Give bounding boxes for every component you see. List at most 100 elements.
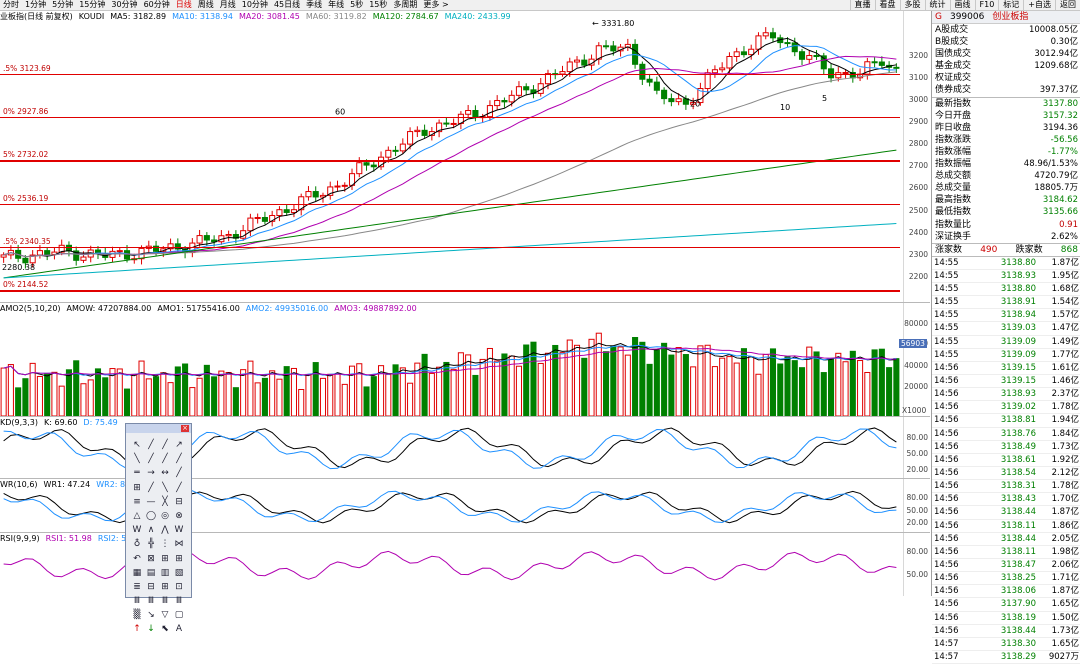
- tool-icon-43[interactable]: ⊡: [172, 580, 186, 594]
- candle: [661, 87, 668, 105]
- tool-icon-25[interactable]: ∧: [144, 523, 158, 537]
- tool-icon-6[interactable]: ╱: [158, 452, 172, 466]
- period-tab-6[interactable]: 日线: [173, 0, 195, 10]
- right-tab-1[interactable]: 看盘: [874, 0, 900, 10]
- tool-icon-7[interactable]: ╱: [172, 452, 186, 466]
- tool-icon-48[interactable]: ▒: [130, 608, 144, 622]
- tool-icon-29[interactable]: ╬: [144, 537, 158, 551]
- tool-icon-49[interactable]: ↘: [144, 608, 158, 622]
- tool-icon-28[interactable]: ♁: [130, 537, 144, 551]
- tool-icon-35[interactable]: ⊞: [172, 552, 186, 566]
- tool-icon-5[interactable]: ╱: [144, 452, 158, 466]
- tool-icon-42[interactable]: ⊞: [158, 580, 172, 594]
- tool-icon-45[interactable]: Ⅲ: [144, 594, 158, 608]
- tool-icon-26[interactable]: ⋀: [158, 523, 172, 537]
- tool-icon-14[interactable]: ╲: [158, 481, 172, 495]
- tool-icon-39[interactable]: ▧: [172, 566, 186, 580]
- period-tab-14[interactable]: 15秒: [366, 0, 390, 10]
- tool-icon-53[interactable]: ↓: [144, 622, 158, 636]
- volume-chart[interactable]: [0, 303, 900, 416]
- tool-icon-36[interactable]: ▦: [130, 566, 144, 580]
- period-tab-2[interactable]: 5分钟: [49, 0, 76, 10]
- period-tab-11[interactable]: 季线: [303, 0, 325, 10]
- tool-icon-17[interactable]: —: [144, 495, 158, 509]
- tool-icon-2[interactable]: ╱: [158, 438, 172, 452]
- fib-line-5[interactable]: [0, 290, 900, 292]
- fib-line-4[interactable]: [0, 246, 900, 249]
- tool-icon-46[interactable]: Ⅲ: [158, 594, 172, 608]
- rsi-axis: 80.00 50.00: [903, 533, 930, 596]
- volume-panel[interactable]: AMO2(5,10,20) AMOW: 47207884.00 AMO1: 5175…: [0, 303, 930, 417]
- fib-line-3[interactable]: [0, 203, 900, 206]
- right-tab-2[interactable]: 多股: [899, 0, 925, 10]
- fib-line-2[interactable]: [0, 160, 900, 162]
- tool-icon-34[interactable]: ⊞: [158, 552, 172, 566]
- period-tab-8[interactable]: 月线: [217, 0, 239, 10]
- tool-icon-19[interactable]: ⊟: [172, 495, 186, 509]
- tool-icon-27[interactable]: W: [172, 523, 186, 537]
- tool-icon-52[interactable]: ↑: [130, 622, 144, 636]
- period-tab-5[interactable]: 60分钟: [141, 0, 173, 10]
- fib-line-0[interactable]: [0, 73, 900, 76]
- right-tab-5[interactable]: F10: [974, 0, 999, 10]
- period-tab-12[interactable]: 年线: [325, 0, 347, 10]
- right-tab-4[interactable]: 画线: [949, 0, 975, 10]
- kline-panel[interactable]: 业板指(日线 前复权) KOUDI MA5: 3182.89 MA10: 3138…: [0, 11, 930, 303]
- period-tab-3[interactable]: 15分钟: [76, 0, 108, 10]
- toolbox-close-icon[interactable]: ×: [181, 425, 189, 432]
- tool-icon-50[interactable]: ▽: [158, 608, 172, 622]
- tool-icon-32[interactable]: ↶: [130, 552, 144, 566]
- tool-icon-9[interactable]: →: [144, 466, 158, 480]
- fib-line-1[interactable]: [0, 116, 900, 119]
- period-tab-1[interactable]: 1分钟: [22, 0, 49, 10]
- tool-icon-11[interactable]: ╱: [172, 466, 186, 480]
- drawing-toolbox[interactable]: × ↖ ╱ ╱ ↗ ╲ ╱ ╱ ╱ ═ → ↔ ╱ ⊞ ╱ ╲ ╱ ≡ — ╳ ⊟ △ ◯ ◎ ⊗ W ∧ ⋀ W ♁ ╬ ⋮ ⋈ ↶ ⊠ ⊞ ⊞ ▦ ▤…: [125, 423, 192, 634]
- tool-icon-21[interactable]: ◯: [144, 509, 158, 523]
- tool-icon-55[interactable]: A: [172, 622, 186, 636]
- tool-icon-38[interactable]: ▥: [158, 566, 172, 580]
- period-tab-16[interactable]: 更多 >: [420, 0, 451, 10]
- tool-icon-31[interactable]: ⋈: [172, 537, 186, 551]
- period-tab-9[interactable]: 10分钟: [239, 0, 271, 10]
- tool-icon-4[interactable]: ╲: [130, 452, 144, 466]
- tool-icon-0[interactable]: ↖: [130, 438, 144, 452]
- tool-icon-8[interactable]: ═: [130, 466, 144, 480]
- tool-icon-33[interactable]: ⊠: [144, 552, 158, 566]
- right-tab-8[interactable]: 返回: [1055, 0, 1080, 10]
- tool-icon-37[interactable]: ▤: [144, 566, 158, 580]
- period-tab-7[interactable]: 周线: [195, 0, 217, 10]
- tool-icon-3[interactable]: ↗: [172, 438, 186, 452]
- candlestick-chart[interactable]: ← 3331.80 2280.38 60 20 10 5: [0, 11, 900, 302]
- tool-icon-40[interactable]: ≣: [130, 580, 144, 594]
- tool-icon-51[interactable]: ▢: [172, 608, 186, 622]
- tool-icon-20[interactable]: △: [130, 509, 144, 523]
- tool-icon-44[interactable]: Ⅲ: [130, 594, 144, 608]
- volume-bar: [370, 376, 377, 416]
- right-tab-3[interactable]: 统计: [924, 0, 950, 10]
- tool-icon-23[interactable]: ⊗: [172, 509, 186, 523]
- tool-icon-13[interactable]: ╱: [144, 481, 158, 495]
- tool-icon-15[interactable]: ╱: [172, 481, 186, 495]
- period-tab-15[interactable]: 多周期: [390, 0, 420, 10]
- period-tab-4[interactable]: 30分钟: [108, 0, 140, 10]
- tool-icon-1[interactable]: ╱: [144, 438, 158, 452]
- tool-icon-24[interactable]: W: [130, 523, 144, 537]
- tool-icon-47[interactable]: Ⅲ: [172, 594, 186, 608]
- tool-icon-16[interactable]: ≡: [130, 495, 144, 509]
- period-tab-13[interactable]: 5秒: [347, 0, 366, 10]
- tick-list[interactable]: 14:55 3138.80 1.87亿 14:55 3138.93 1.95亿 14:55 3…: [932, 255, 1080, 664]
- right-tab-0[interactable]: 直播: [849, 0, 875, 10]
- tool-icon-10[interactable]: ↔: [158, 466, 172, 480]
- volume-bar: [515, 365, 522, 416]
- period-tab-0[interactable]: 分时: [0, 0, 22, 10]
- right-tab-6[interactable]: 标记: [998, 0, 1023, 10]
- tool-icon-22[interactable]: ◎: [158, 509, 172, 523]
- tool-icon-30[interactable]: ⋮: [158, 537, 172, 551]
- tool-icon-54[interactable]: ⬉: [158, 622, 172, 636]
- tool-icon-12[interactable]: ⊞: [130, 481, 144, 495]
- volume-bar: [697, 345, 704, 416]
- tool-icon-41[interactable]: ⊟: [144, 580, 158, 594]
- tool-icon-18[interactable]: ╳: [158, 495, 172, 509]
- period-tab-10[interactable]: 45日线: [271, 0, 303, 10]
- right-tab-7[interactable]: +自选: [1023, 0, 1055, 10]
